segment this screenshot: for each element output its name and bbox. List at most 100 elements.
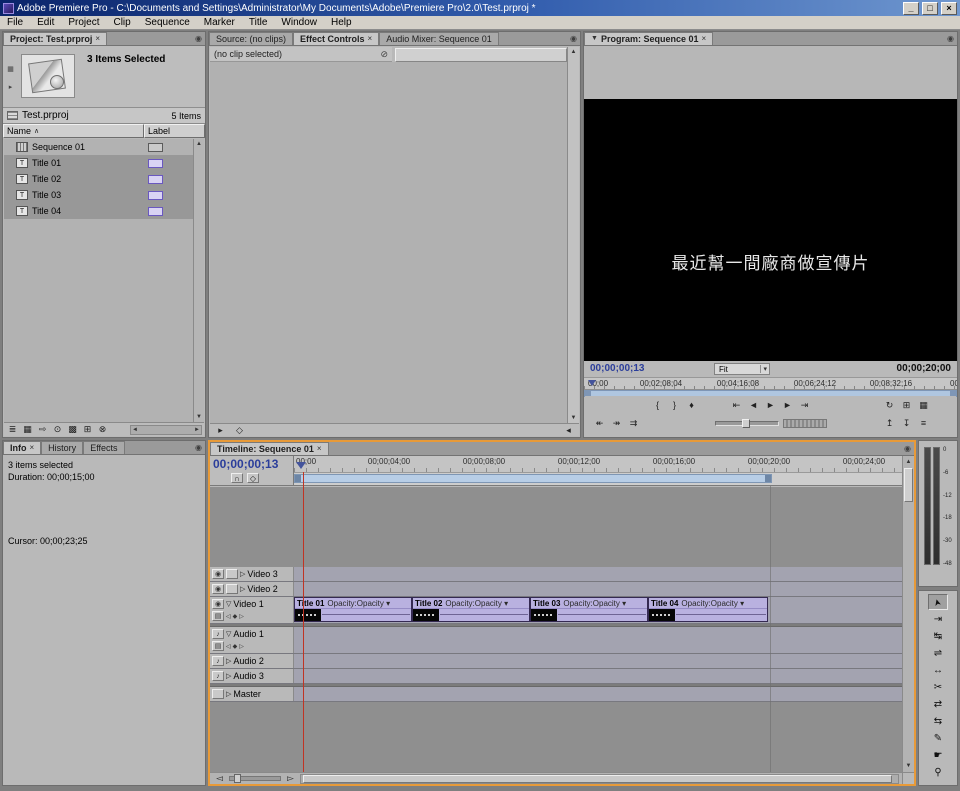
- go-to-in-button[interactable]: ⇤: [730, 399, 743, 411]
- zoom-in-icon[interactable]: ▻: [284, 773, 297, 785]
- timeline-vertical-scrollbar[interactable]: ▲ ▼: [902, 456, 914, 772]
- tab-timeline-close-icon[interactable]: ×: [317, 443, 322, 455]
- set-out-point-button[interactable]: }: [668, 399, 681, 411]
- tool-hand[interactable]: ☛: [928, 747, 948, 763]
- clip-fx-selector[interactable]: Opacity:Opacity ▾: [681, 599, 744, 608]
- clip-title-01[interactable]: Title 01 Opacity:Opacity ▾: [294, 597, 412, 622]
- play-button[interactable]: ►: [764, 399, 777, 411]
- tool-selection[interactable]: ➤: [928, 594, 948, 610]
- list-view-icon[interactable]: ≣: [6, 424, 19, 436]
- track-header-video-3[interactable]: ◉ ▷ Video 3: [210, 567, 294, 581]
- eye-icon[interactable]: ◉: [212, 584, 224, 594]
- play-effect-icon[interactable]: ▸: [214, 424, 227, 436]
- effect-controls-scrollbar[interactable]: ▲ ▼: [567, 47, 579, 423]
- step-back-button[interactable]: ◄: [747, 399, 760, 411]
- menu-project[interactable]: Project: [61, 17, 106, 28]
- label-color-box[interactable]: [148, 143, 163, 152]
- speaker-icon[interactable]: ♪: [212, 629, 224, 639]
- snap-toggle-icon[interactable]: ∩: [231, 473, 243, 483]
- horizontal-scroll-track[interactable]: [300, 774, 899, 784]
- collapse-icon[interactable]: ▷: [226, 690, 231, 698]
- clip-title-04[interactable]: Title 04 Opacity:Opacity ▾: [648, 597, 768, 622]
- find-icon[interactable]: ⊙: [51, 424, 64, 436]
- tool-razor[interactable]: ✂: [928, 679, 948, 695]
- scroll-right-icon[interactable]: ►: [194, 425, 200, 435]
- lock-toggle-box[interactable]: [226, 569, 238, 579]
- track-header-video-1[interactable]: ◉ ▽ Video 1 ▤ ◁ ◆ ▷: [210, 597, 294, 623]
- lift-button[interactable]: ↥: [883, 417, 896, 429]
- column-header-name[interactable]: Name ∧: [3, 124, 144, 138]
- go-to-previous-edit-button[interactable]: ↞: [593, 417, 606, 429]
- tab-audio-mixer[interactable]: Audio Mixer: Sequence 01: [379, 32, 499, 45]
- menu-title[interactable]: Title: [242, 17, 275, 28]
- panel-menu-icon[interactable]: ◉: [904, 444, 911, 453]
- column-header-label[interactable]: Label: [144, 124, 205, 138]
- label-color-box[interactable]: [148, 175, 163, 184]
- tab-effects[interactable]: Effects: [83, 441, 124, 454]
- clip-title-02[interactable]: Title 02 Opacity:Opacity ▾: [412, 597, 530, 622]
- timeline-ruler[interactable]: 00;00 00;00;04;00 00;00;08;00 00;00;12;0…: [294, 456, 902, 473]
- expand-icon[interactable]: ▽: [226, 600, 231, 608]
- set-marker-icon[interactable]: ◇: [247, 473, 259, 483]
- new-bin-icon[interactable]: ▩: [66, 424, 79, 436]
- project-vertical-scrollbar[interactable]: ▲ ▼: [193, 139, 204, 422]
- track-lane-audio-3[interactable]: [294, 669, 902, 683]
- set-marker-button[interactable]: ♦: [685, 399, 698, 411]
- loop-button[interactable]: ↻: [883, 399, 896, 411]
- label-color-box[interactable]: [148, 207, 163, 216]
- export-frame-button[interactable]: ≡: [917, 417, 930, 429]
- shuttle-thumb[interactable]: [742, 419, 750, 428]
- tab-info-close-icon[interactable]: ×: [30, 442, 35, 454]
- previous-keyframe-icon[interactable]: ◁: [226, 643, 231, 650]
- tab-history[interactable]: History: [41, 441, 83, 454]
- tab-timeline[interactable]: Timeline: Sequence 01 ×: [210, 442, 329, 455]
- scroll-up-icon[interactable]: ▲: [571, 47, 577, 57]
- go-to-next-edit-button[interactable]: ↠: [610, 417, 623, 429]
- set-in-point-button[interactable]: {: [651, 399, 664, 411]
- automate-to-sequence-icon[interactable]: ⇨: [36, 424, 49, 436]
- clear-icon[interactable]: ⊗: [96, 424, 109, 436]
- opacity-rubber-band[interactable]: [558, 614, 646, 615]
- collapse-icon[interactable]: ▷: [226, 672, 231, 680]
- track-header-audio-3[interactable]: ♪ ▷ Audio 3: [210, 669, 294, 683]
- tab-project-close-icon[interactable]: ×: [95, 33, 100, 45]
- shuttle-slider[interactable]: [715, 421, 779, 426]
- scroll-down-icon[interactable]: ▼: [571, 413, 577, 423]
- collapse-icon[interactable]: ▷: [240, 570, 245, 578]
- eye-icon[interactable]: ◉: [212, 599, 224, 609]
- project-item-title-02[interactable]: T Title 02: [4, 171, 193, 187]
- toggle-animation-icon[interactable]: ◇: [233, 424, 246, 436]
- track-header-master[interactable]: ▷ Master: [210, 687, 294, 701]
- tab-source[interactable]: Source: (no clips): [209, 32, 293, 45]
- next-keyframe-icon[interactable]: ▷: [239, 613, 244, 620]
- tab-effect-controls-close-icon[interactable]: ×: [368, 33, 373, 45]
- icon-view-icon[interactable]: ▦: [21, 424, 34, 436]
- track-header-video-2[interactable]: ◉ ▷ Video 2: [210, 582, 294, 596]
- previous-keyframe-icon[interactable]: ◁: [226, 613, 231, 620]
- eye-icon[interactable]: ◉: [212, 569, 224, 579]
- track-display-style-icon[interactable]: ▤: [212, 611, 224, 621]
- clip-fx-selector[interactable]: Opacity:Opacity ▾: [327, 599, 390, 608]
- panel-menu-icon[interactable]: ◉: [947, 34, 954, 43]
- tool-pen[interactable]: ✎: [928, 730, 948, 746]
- tool-ripple-edit[interactable]: ↹: [928, 628, 948, 644]
- track-lane-video-1[interactable]: Title 01 Opacity:Opacity ▾ Title 02 Opac…: [294, 597, 902, 623]
- collapse-icon[interactable]: ▷: [226, 657, 231, 665]
- lock-toggle-box[interactable]: [212, 689, 224, 699]
- jog-dial[interactable]: [783, 419, 827, 428]
- project-item-title-03[interactable]: T Title 03: [4, 187, 193, 203]
- title-bar[interactable]: Adobe Premiere Pro - C:\Documents and Se…: [0, 0, 960, 16]
- track-lane-audio-2[interactable]: [294, 654, 902, 668]
- tool-zoom[interactable]: ⚲: [928, 764, 948, 780]
- track-lane-audio-1[interactable]: [294, 627, 902, 653]
- program-time-ruler[interactable]: 00;00 00;02;08;04 00;04;16;08 00;06;24;1…: [584, 377, 957, 390]
- label-color-box[interactable]: [148, 159, 163, 168]
- tool-track-select[interactable]: ⇥: [928, 611, 948, 627]
- scroll-down-icon[interactable]: ▼: [196, 412, 202, 422]
- speaker-icon[interactable]: ♪: [212, 671, 224, 681]
- menu-window[interactable]: Window: [274, 17, 324, 28]
- scroll-down-icon[interactable]: ▼: [903, 761, 914, 771]
- add-keyframe-icon[interactable]: ◆: [233, 613, 238, 620]
- opacity-rubber-band[interactable]: [676, 614, 766, 615]
- step-forward-button[interactable]: ►: [781, 399, 794, 411]
